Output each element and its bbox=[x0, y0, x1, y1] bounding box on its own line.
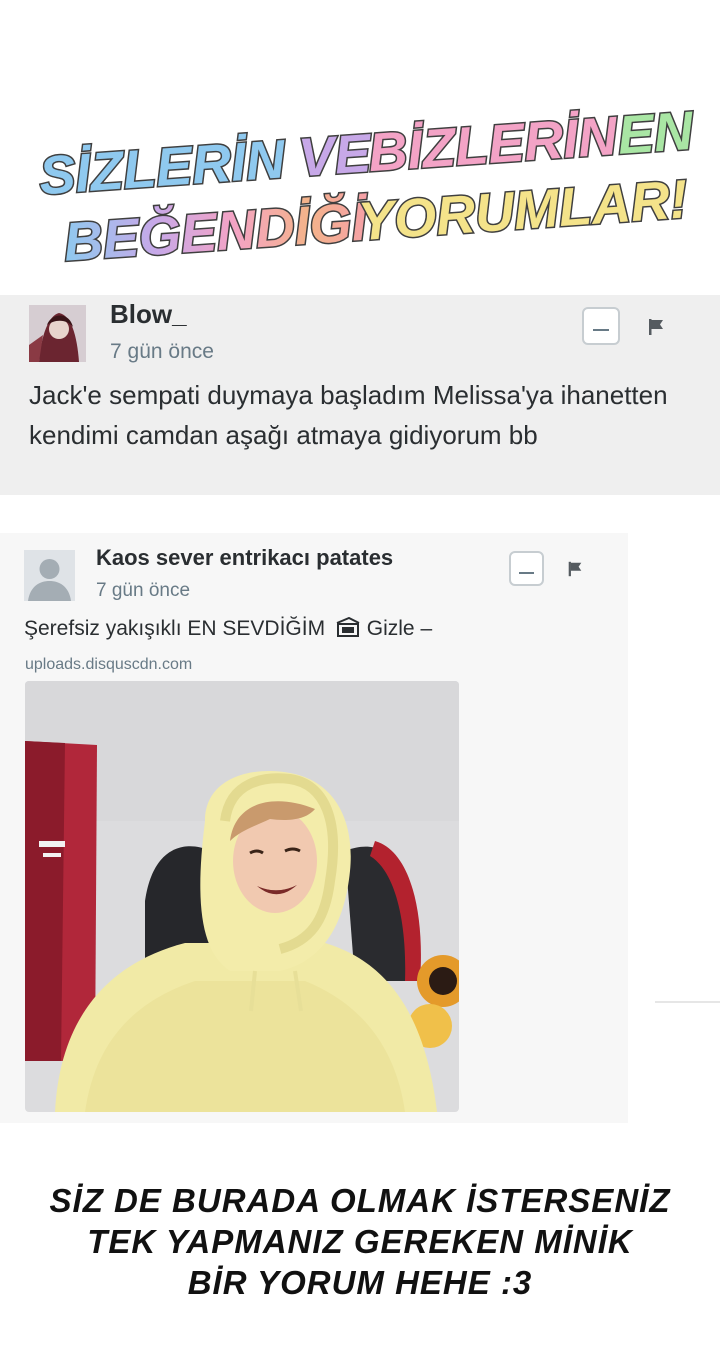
avatar[interactable] bbox=[24, 550, 75, 601]
avatar[interactable] bbox=[29, 305, 86, 362]
default-avatar-icon bbox=[24, 550, 75, 601]
hide-link[interactable]: Gizle bbox=[367, 617, 415, 640]
title-word-bizlerin: BİZLERİN bbox=[366, 106, 620, 183]
flag-icon bbox=[649, 319, 663, 335]
image-icon bbox=[336, 616, 360, 637]
title-word-begendigi: BEĞENDİĞİ bbox=[62, 192, 371, 270]
comment-text-content: Şerefsiz yakışıklı EN SEVDİĞİM bbox=[24, 617, 326, 640]
divider bbox=[655, 1001, 720, 1003]
collapse-button[interactable] bbox=[509, 551, 544, 586]
comment-text: Şerefsiz yakışıklı EN SEVDİĞİM Gizle – bbox=[24, 616, 433, 641]
collapse-button[interactable] bbox=[582, 307, 620, 345]
media-source-link[interactable]: uploads.disquscdn.com bbox=[25, 656, 192, 674]
title-word-yorumlar: YORUMLAR! bbox=[356, 169, 689, 252]
comment-timestamp[interactable]: 7 gün önce bbox=[110, 340, 214, 364]
title-word-en: EN bbox=[616, 101, 696, 166]
header-title: SİZLERİN VE BİZLERİN EN BEĞENDİĞİ YORUML… bbox=[0, 80, 720, 270]
footer-line: BİR YORUM HEHE :3 bbox=[187, 1264, 533, 1301]
flag-button[interactable] bbox=[646, 317, 666, 337]
minus-icon bbox=[509, 551, 544, 586]
flag-button[interactable] bbox=[566, 560, 584, 578]
minus-icon bbox=[582, 307, 620, 345]
comment-author[interactable]: Kaos sever entrikacı patates bbox=[96, 545, 393, 571]
comment-card: Blow_ 7 gün önce Jack'e sempati duymaya … bbox=[0, 295, 720, 495]
footer-call-to-action: SİZ DE BURADA OLMAK İSTERSENİZ TEK YAPMA… bbox=[0, 1180, 720, 1303]
comment-card: Kaos sever entrikacı patates 7 gün önce … bbox=[0, 533, 628, 1123]
footer-line: SİZ DE BURADA OLMAK İSTERSENİZ bbox=[49, 1182, 671, 1219]
title-word-ve: VE bbox=[297, 123, 375, 188]
comment-timestamp[interactable]: 7 gün önce bbox=[96, 580, 190, 602]
comment-text: Jack'e sempati duymaya başladım Melissa'… bbox=[29, 380, 668, 450]
dash-separator: – bbox=[420, 617, 433, 640]
embedded-image[interactable] bbox=[25, 681, 459, 1112]
footer-line: TEK YAPMANIZ GEREKEN MİNİK bbox=[87, 1223, 633, 1260]
flag-icon bbox=[568, 561, 582, 577]
comment-author[interactable]: Blow_ bbox=[110, 299, 187, 330]
title-word-sizlerin: SİZLERİN bbox=[37, 129, 288, 206]
